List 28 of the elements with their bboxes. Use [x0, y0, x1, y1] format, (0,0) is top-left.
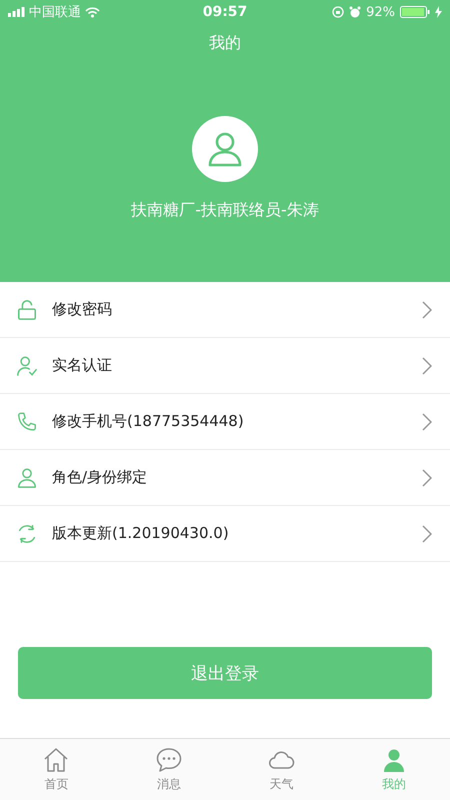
battery-percent: 92% [366, 4, 396, 20]
chevron-right-icon [422, 468, 432, 486]
chevron-right-icon [422, 356, 432, 374]
home-icon [42, 746, 70, 774]
refresh-icon [16, 522, 38, 544]
chevron-right-icon [422, 412, 432, 430]
charging-icon [435, 6, 442, 18]
phone-icon [16, 410, 38, 432]
chat-bubble-icon [154, 746, 183, 774]
user-check-icon [16, 354, 38, 376]
menu-item[interactable]: 修改手机号(18775354448) [0, 394, 450, 450]
signal-icon [8, 7, 25, 17]
lock-icon [16, 298, 38, 320]
menu-item[interactable]: 实名认证 [0, 338, 450, 394]
carrier-name: 中国联通 [29, 4, 81, 21]
chevron-right-icon [422, 300, 432, 318]
user-name: 扶南糖厂-扶南联络员-朱涛 [131, 200, 319, 221]
menu-item[interactable]: 角色/身份绑定 [0, 450, 450, 506]
battery-icon [400, 6, 430, 18]
menu-item[interactable]: 修改密码 [0, 282, 450, 338]
alarm-icon [349, 6, 362, 18]
wifi-icon [85, 6, 100, 18]
menu-item[interactable]: 版本更新(1.20190430.0) [0, 506, 450, 562]
person-icon [16, 466, 38, 488]
rotation-lock-icon [332, 6, 344, 18]
page-title: 我的 [209, 33, 241, 54]
chevron-right-icon [422, 524, 432, 542]
clock-time: 09:57 [202, 4, 248, 20]
